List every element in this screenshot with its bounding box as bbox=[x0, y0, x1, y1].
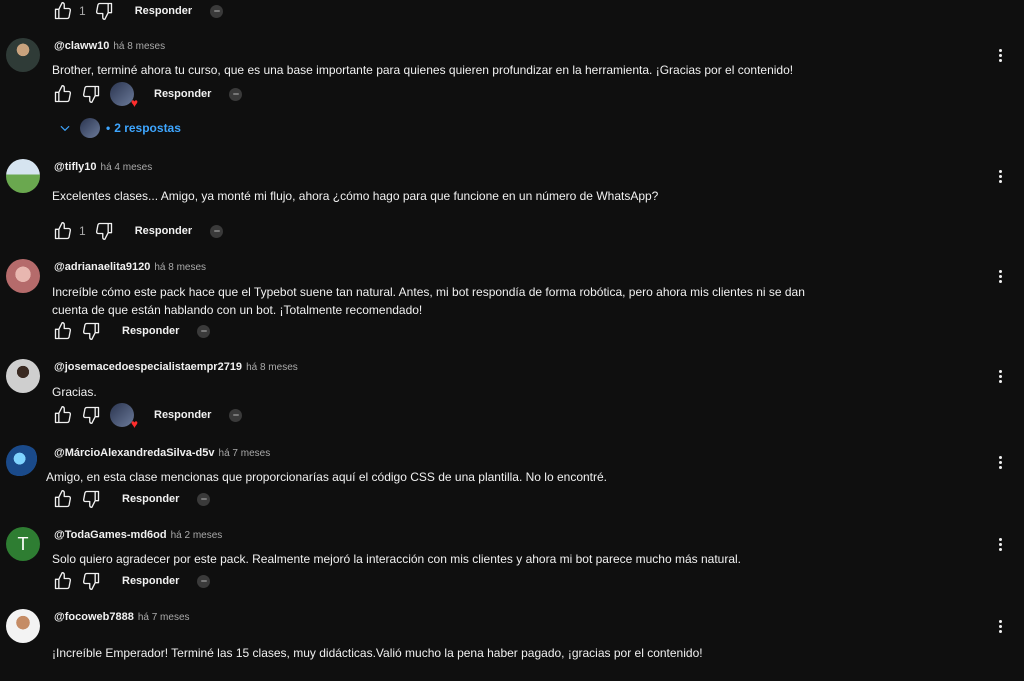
reply-button[interactable]: Responder bbox=[122, 325, 179, 337]
comment-time: há 4 meses bbox=[100, 162, 153, 173]
avatar[interactable] bbox=[6, 445, 40, 479]
replies-count: 2 respostas bbox=[114, 121, 181, 135]
creator-heart-avatar: ♥ bbox=[110, 403, 138, 430]
comment-time: há 7 meses bbox=[137, 612, 190, 623]
reaction-icon bbox=[197, 492, 211, 506]
comment-text: Gracias. bbox=[52, 385, 97, 399]
more-vert-icon[interactable] bbox=[993, 45, 1007, 65]
comment-actions: Responder bbox=[52, 320, 211, 342]
thumb-up-icon[interactable] bbox=[52, 488, 74, 510]
thumb-down-icon[interactable] bbox=[80, 320, 102, 342]
reply-button[interactable]: Responder bbox=[122, 575, 179, 587]
thumb-down-icon[interactable] bbox=[93, 0, 115, 22]
more-vert-icon[interactable] bbox=[993, 266, 1007, 286]
avatar[interactable] bbox=[6, 38, 40, 72]
view-replies-button[interactable]: • 2 respostas bbox=[58, 118, 181, 138]
comment-author[interactable]: @tifly10 há 4 meses bbox=[54, 161, 152, 173]
comment-author[interactable]: @TodaGames-md6od há 2 meses bbox=[54, 529, 222, 541]
more-vert-icon[interactable] bbox=[993, 166, 1007, 186]
comment-text: Excelentes clases... Amigo, ya monté mi … bbox=[52, 189, 659, 203]
thumb-up-icon[interactable] bbox=[52, 220, 74, 242]
comment-actions: ♥ Responder bbox=[52, 403, 243, 430]
comment-author[interactable]: @MárcioAlexandredaSilva-d5v há 7 meses bbox=[54, 447, 270, 459]
chevron-down-icon bbox=[60, 125, 70, 132]
reaction-icon bbox=[210, 4, 224, 18]
avatar[interactable] bbox=[6, 259, 40, 293]
comment-actions: 1 Responder bbox=[52, 220, 224, 242]
comment-time: há 8 meses bbox=[113, 41, 166, 52]
reply-button[interactable]: Responder bbox=[154, 409, 211, 421]
comment-text: ¡Increíble Emperador! Terminé las 15 cla… bbox=[52, 646, 703, 660]
reply-button[interactable]: Responder bbox=[135, 5, 192, 17]
comment-text: Increíble cómo este pack hace que el Typ… bbox=[52, 283, 952, 319]
reply-button[interactable]: Responder bbox=[154, 88, 211, 100]
comment-author[interactable]: @josemacedoespecialistaempr2719 há 8 mese… bbox=[54, 361, 298, 373]
avatar[interactable]: T bbox=[6, 527, 40, 561]
thumb-down-icon[interactable] bbox=[80, 488, 102, 510]
comment-author[interactable]: @adrianaelita9120 há 8 meses bbox=[54, 261, 206, 273]
comment-time: há 7 meses bbox=[218, 448, 271, 459]
comment-text-line: cuenta de que están hablando con un bot.… bbox=[52, 303, 423, 317]
like-count: 1 bbox=[79, 224, 86, 238]
top-action-row: 1 Responder bbox=[52, 0, 224, 22]
avatar[interactable] bbox=[6, 609, 40, 643]
thumb-up-icon[interactable] bbox=[52, 83, 74, 105]
comment-text: Brother, terminé ahora tu curso, que es … bbox=[52, 63, 794, 77]
more-vert-icon[interactable] bbox=[993, 534, 1007, 554]
heart-icon: ♥ bbox=[130, 96, 138, 110]
more-vert-icon[interactable] bbox=[993, 452, 1007, 472]
creator-heart-avatar: ♥ bbox=[110, 82, 138, 109]
comment-time: há 8 meses bbox=[154, 262, 207, 273]
comment-actions: ♥ Responder bbox=[52, 82, 243, 109]
reply-avatar bbox=[80, 118, 100, 138]
heart-icon: ♥ bbox=[130, 417, 138, 431]
reaction-icon bbox=[210, 224, 224, 238]
comment-time: há 2 meses bbox=[170, 530, 223, 541]
reply-button[interactable]: Responder bbox=[135, 225, 192, 237]
comment-text-line: Increíble cómo este pack hace que el Typ… bbox=[52, 285, 805, 299]
thumb-up-icon[interactable] bbox=[52, 320, 74, 342]
comment-author[interactable]: @focoweb7888 há 7 meses bbox=[54, 611, 190, 623]
thumb-up-icon[interactable] bbox=[52, 0, 74, 22]
reaction-icon bbox=[229, 408, 243, 422]
thumb-down-icon[interactable] bbox=[80, 83, 102, 105]
avatar[interactable] bbox=[6, 159, 40, 193]
like-count: 1 bbox=[79, 4, 86, 18]
reply-button[interactable]: Responder bbox=[122, 493, 179, 505]
reaction-icon bbox=[197, 574, 211, 588]
comment-text: Amigo, en esta clase mencionas que propo… bbox=[46, 470, 608, 484]
thumb-down-icon[interactable] bbox=[80, 570, 102, 592]
more-vert-icon[interactable] bbox=[993, 366, 1007, 386]
reaction-icon bbox=[197, 324, 211, 338]
comment-actions: Responder bbox=[52, 570, 211, 592]
more-vert-icon[interactable] bbox=[993, 616, 1007, 636]
comment-actions: Responder bbox=[52, 488, 211, 510]
comment-author[interactable]: @claww10 há 8 meses bbox=[54, 40, 165, 52]
thumb-up-icon[interactable] bbox=[52, 404, 74, 426]
comment-text: Solo quiero agradecer por este pack. Rea… bbox=[52, 552, 742, 566]
thumb-down-icon[interactable] bbox=[93, 220, 115, 242]
avatar[interactable] bbox=[6, 359, 40, 393]
reaction-icon bbox=[229, 87, 243, 101]
thumb-down-icon[interactable] bbox=[80, 404, 102, 426]
avatar-letter: T bbox=[17, 533, 29, 554]
comment-time: há 8 meses bbox=[246, 362, 298, 373]
thumb-up-icon[interactable] bbox=[52, 570, 74, 592]
